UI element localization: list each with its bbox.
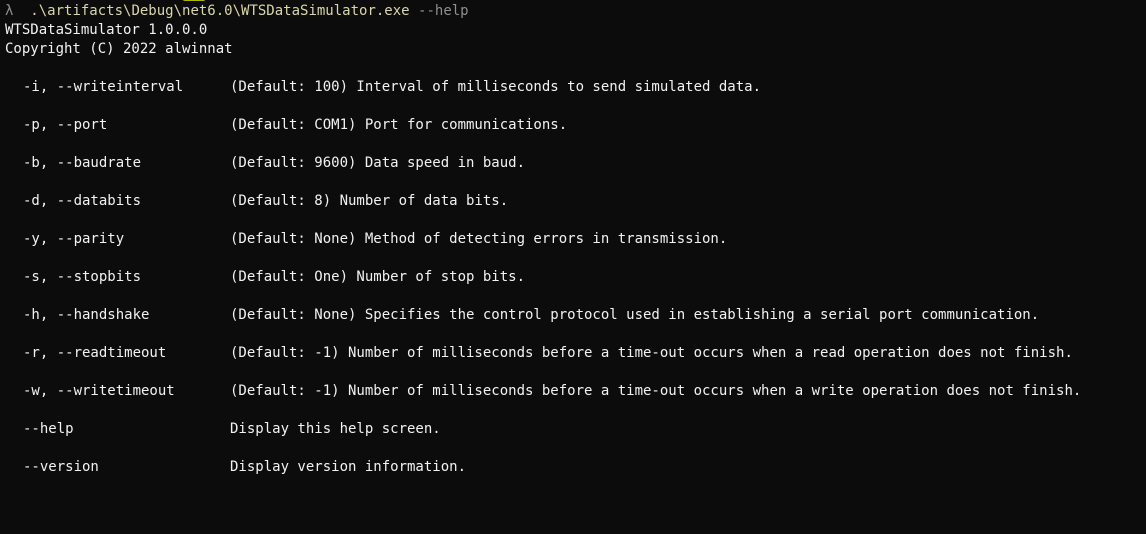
prompt-line: λ .\artifacts\Debug\net6.0\WTSDataSimula… xyxy=(5,2,469,21)
command-text: .\artifacts\Debug\net6.0\WTSDataSimulato… xyxy=(30,3,410,19)
option-row-parity: -y, --parity (Default: None) Method of d… xyxy=(23,230,1143,249)
option-description: Display version information. xyxy=(230,459,467,475)
copyright-line: Copyright (C) 2022 alwinnat xyxy=(5,41,233,57)
option-description: (Default: One) Number of stop bits. xyxy=(230,269,526,285)
option-flag: -d, --databits xyxy=(23,193,142,209)
option-flag: -h, --handshake xyxy=(23,307,150,323)
option-flag: -i, --writeinterval xyxy=(23,79,184,95)
option-row-port: -p, --port (Default: COM1) Port for comm… xyxy=(23,116,1143,135)
option-flag: --version xyxy=(23,459,99,475)
option-description: (Default: -1) Number of milliseconds bef… xyxy=(230,383,1082,399)
option-row-baudrate: -b, --baudrate (Default: 9600) Data spee… xyxy=(23,154,1143,173)
option-flag: -w, --writetimeout xyxy=(23,383,175,399)
command-argument: --help xyxy=(418,3,469,19)
option-flag: -p, --port xyxy=(23,117,108,133)
prompt-symbol: λ xyxy=(5,3,14,19)
option-row-stopbits: -s, --stopbits (Default: One) Number of … xyxy=(23,268,1143,287)
option-row-handshake: -h, --handshake (Default: None) Specifie… xyxy=(23,306,1143,325)
app-version-line: WTSDataSimulator 1.0.0.0 xyxy=(5,22,208,38)
option-description: (Default: 9600) Data speed in baud. xyxy=(230,155,526,171)
option-row-version: --version Display version information. xyxy=(23,458,1143,477)
terminal-window[interactable]: λ .\artifacts\Debug\net6.0\WTSDataSimula… xyxy=(0,0,1146,488)
option-row-help: --help Display this help screen. xyxy=(23,420,1143,439)
option-row-readtimeout: -r, --readtimeout (Default: -1) Number o… xyxy=(23,344,1143,363)
option-row-writeinterval: -i, --writeinterval (Default: 100) Inter… xyxy=(23,78,1143,97)
option-flag: -y, --parity xyxy=(23,231,125,247)
option-description: (Default: None) Specifies the control pr… xyxy=(230,307,1040,323)
option-description: (Default: 8) Number of data bits. xyxy=(230,193,509,209)
option-description: Display this help screen. xyxy=(230,421,441,437)
option-description: (Default: None) Method of detecting erro… xyxy=(230,231,728,247)
option-flag: -s, --stopbits xyxy=(23,269,142,285)
option-description: (Default: COM1) Port for communications. xyxy=(230,117,568,133)
option-flag: --help xyxy=(23,421,74,437)
option-row-writetimeout: -w, --writetimeout (Default: -1) Number … xyxy=(23,382,1143,401)
option-row-databits: -d, --databits (Default: 8) Number of da… xyxy=(23,192,1143,211)
option-flag: -b, --baudrate xyxy=(23,155,142,171)
option-flag: -r, --readtimeout xyxy=(23,345,167,361)
option-description: (Default: -1) Number of milliseconds bef… xyxy=(230,345,1073,361)
scroll-indicator xyxy=(182,0,206,1)
option-description: (Default: 100) Interval of milliseconds … xyxy=(230,79,762,95)
